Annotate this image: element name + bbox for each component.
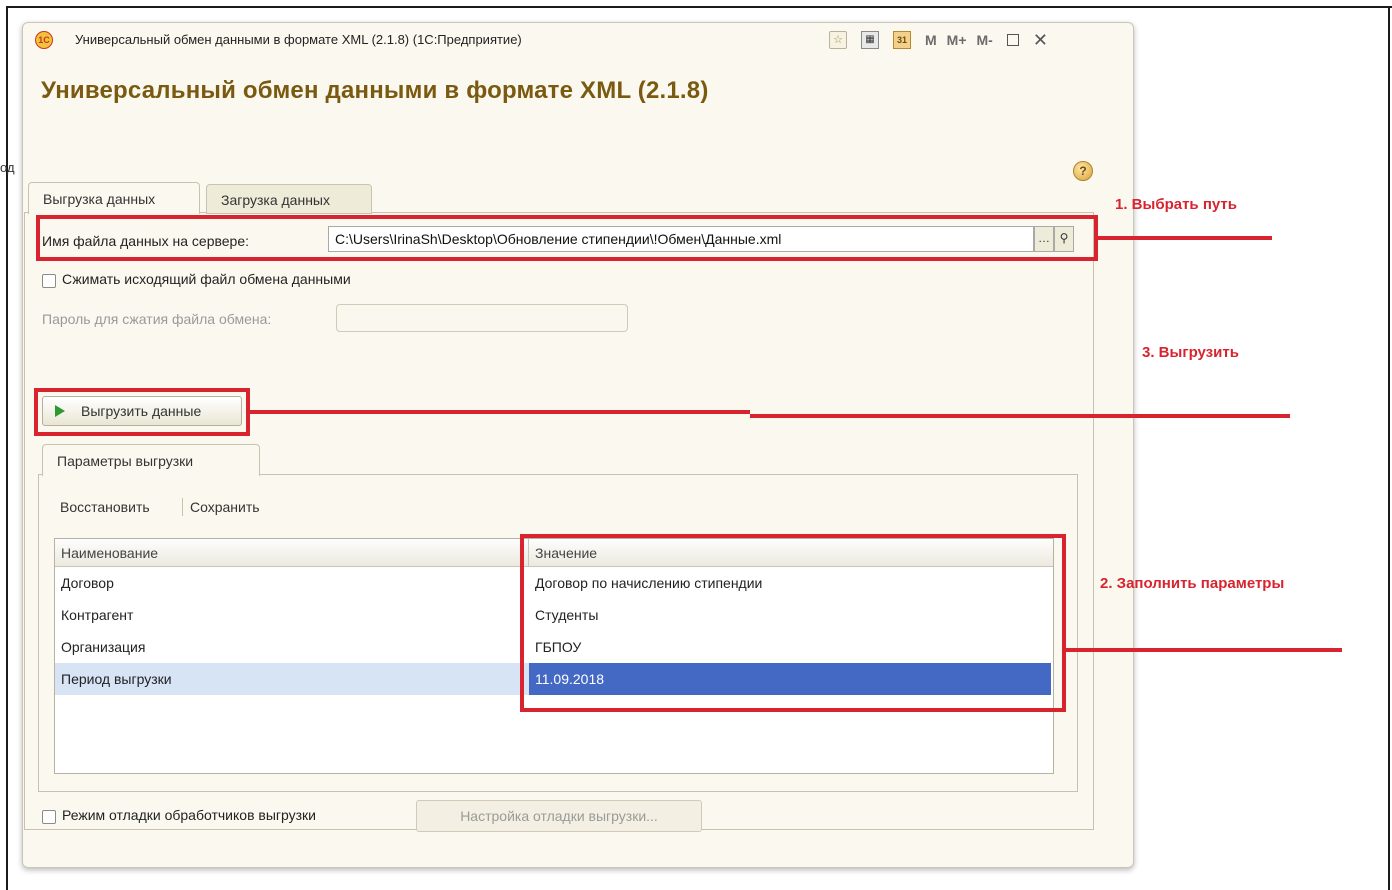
tab-import-data[interactable]: Загрузка данных	[206, 184, 372, 214]
outer-frame-left	[6, 6, 8, 890]
command-separator	[182, 498, 183, 516]
file-path-input[interactable]	[328, 226, 1034, 252]
save-button[interactable]: Сохранить	[190, 499, 260, 515]
cell-value[interactable]: Договор по начислению стипендии	[529, 567, 1051, 599]
table-row[interactable]: Контрагент Студенты	[55, 599, 1053, 631]
cell-name: Период выгрузки	[55, 663, 529, 695]
compress-checkbox[interactable]	[42, 274, 56, 288]
annotation-step2-label: 2. Заполнить параметры	[1100, 575, 1285, 592]
debug-settings-button[interactable]: Настройка отладки выгрузки...	[416, 800, 702, 832]
debug-mode-label: Режим отладки обработчиков выгрузки	[62, 807, 316, 823]
memory-plus-button[interactable]: M+	[947, 32, 967, 48]
annotation-step1-label: 1. Выбрать путь	[1115, 196, 1237, 213]
memory-minus-button[interactable]: M-	[977, 32, 993, 48]
form-title: Универсальный обмен данными в формате XM…	[41, 77, 709, 104]
table-row-selected[interactable]: Период выгрузки 11.09.2018	[55, 663, 1053, 695]
favorites-star-icon[interactable]: ☆	[829, 31, 847, 49]
cell-name: Договор	[61, 575, 114, 591]
cell-name: Контрагент	[61, 607, 134, 623]
title-toolbar: ☆ ▦ 31 M M+ M- ✕	[829, 29, 1048, 51]
column-header-name[interactable]: Наименование	[55, 539, 529, 567]
compress-label: Сжимать исходящий файл обмена данными	[62, 271, 351, 287]
tab-export-parameters[interactable]: Параметры выгрузки	[42, 444, 260, 476]
title-bar: 1C Универсальный обмен данными в формате…	[23, 23, 1133, 57]
browse-button[interactable]: …	[1034, 226, 1054, 252]
password-input[interactable]	[336, 304, 628, 332]
file-name-label: Имя файла данных на сервере:	[42, 233, 250, 249]
outer-frame-right	[1388, 6, 1390, 890]
background-text-fragment: од	[0, 160, 15, 175]
outer-frame-top	[6, 6, 1392, 8]
annotation-line-step3	[250, 410, 750, 414]
table-row[interactable]: Организация ГБПОУ	[55, 631, 1053, 663]
annotation-line-step2	[1066, 648, 1342, 652]
parameters-table: Наименование Значение Договор Договор по…	[54, 538, 1054, 774]
export-data-button-label: Выгрузить данные	[81, 403, 202, 419]
cell-value[interactable]: Студенты	[529, 599, 1051, 631]
debug-mode-checkbox[interactable]	[42, 810, 56, 824]
cell-name: Организация	[61, 639, 146, 655]
restore-button[interactable]: Восстановить	[60, 499, 150, 515]
maximize-icon[interactable]	[1006, 34, 1019, 46]
annotation-line-step1	[1098, 236, 1272, 240]
cell-value-selected[interactable]: 11.09.2018	[529, 663, 1051, 695]
column-header-value[interactable]: Значение	[529, 539, 1053, 567]
search-icon[interactable]: ⚲	[1054, 226, 1074, 252]
cell-value[interactable]: ГБПОУ	[529, 631, 1051, 663]
annotation-step3-label: 3. Выгрузить	[1142, 344, 1239, 361]
calculator-icon[interactable]: ▦	[861, 31, 879, 49]
annotation-line-step3-extension	[750, 414, 1290, 418]
password-label: Пароль для сжатия файла обмена:	[42, 311, 272, 327]
calendar-icon[interactable]: 31	[893, 31, 911, 49]
close-icon[interactable]: ✕	[1033, 31, 1048, 49]
window-title: Универсальный обмен данными в формате XM…	[75, 32, 522, 47]
table-row[interactable]: Договор Договор по начислению стипендии	[55, 567, 1053, 599]
1c-logo-icon: 1C	[35, 31, 53, 49]
help-icon[interactable]: ?	[1073, 161, 1093, 181]
memory-m-button[interactable]: M	[925, 32, 937, 48]
tab-export-data[interactable]: Выгрузка данных	[28, 182, 200, 214]
play-icon	[55, 405, 65, 417]
export-data-button[interactable]: Выгрузить данные	[42, 396, 242, 426]
